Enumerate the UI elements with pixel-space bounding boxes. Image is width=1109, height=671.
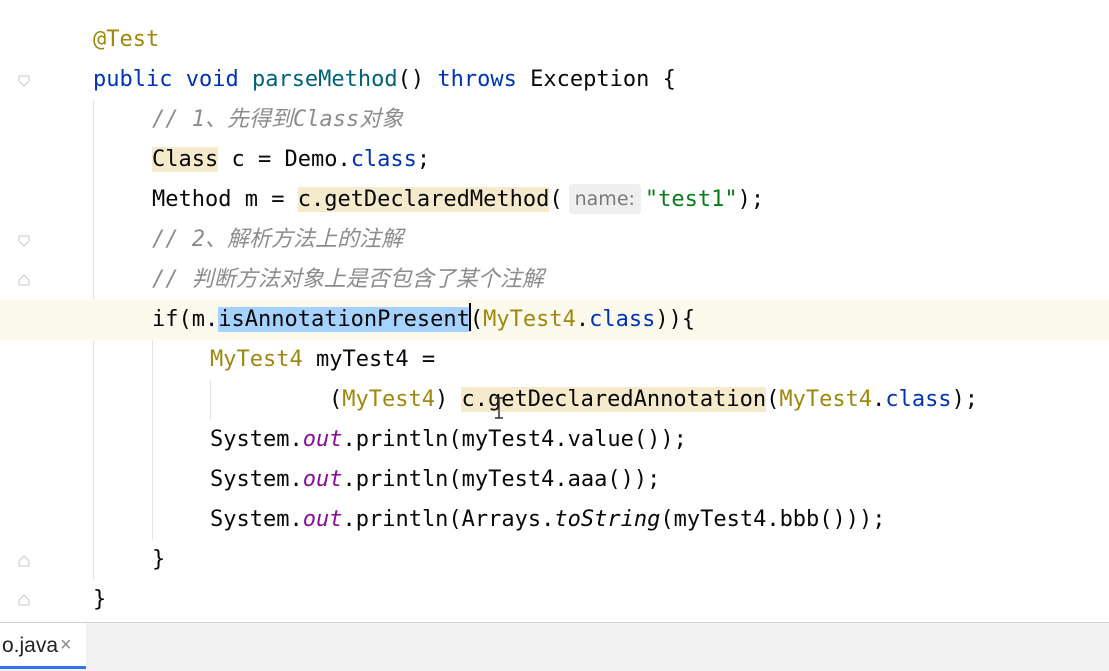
code-token: Method m = [152, 187, 298, 212]
code-token: } [152, 547, 166, 572]
code-line-text: // 1、先得到Class对象 [152, 100, 403, 140]
code-token: MyTest4 [210, 347, 303, 372]
code-token: out [302, 507, 343, 532]
code-line-text: if(m.isAnnotationPresent(MyTest4.class))… [152, 300, 695, 340]
code-token: (myTest4.bbb())); [660, 507, 886, 532]
code-line-text: Class c = Demo.class; [152, 140, 430, 180]
code-token: myTest4 = [302, 347, 436, 372]
code-token: out [302, 467, 343, 492]
code-line[interactable]: System.out.println(Arrays.toString(myTes… [0, 500, 1109, 540]
code-line[interactable]: if(m.isAnnotationPresent(MyTest4.class))… [0, 300, 1109, 340]
code-token: Exception { [530, 67, 676, 92]
code-token: // 2、解析方法上的注解 [152, 227, 403, 252]
code-token: // 判断方法对象上是否包含了某个注解 [152, 267, 544, 292]
code-line[interactable]: // 2、解析方法上的注解 [0, 220, 1109, 260]
code-line[interactable]: // 1、先得到Class对象 [0, 100, 1109, 140]
code-line-text: } [152, 540, 165, 580]
code-line-text: System.out.println(Arrays.toString(myTes… [210, 500, 886, 540]
code-token: .println(myTest4.aaa()); [342, 467, 661, 492]
code-token: c.getDeclaredAnnotation [461, 387, 767, 412]
code-token: class [589, 307, 656, 332]
code-token: .println(myTest4.value()); [342, 427, 687, 452]
code-token: ) [434, 387, 462, 412]
code-token: ; [416, 147, 431, 172]
code-token: ( [766, 387, 780, 412]
code-line[interactable]: } [0, 580, 1109, 620]
code-token: } [93, 587, 107, 612]
code-line-text: public void parseMethod() throws Excepti… [93, 60, 676, 100]
code-token: @Test [93, 27, 160, 52]
code-line[interactable]: } [0, 540, 1109, 580]
code-token: public [93, 67, 186, 92]
code-token: class [350, 147, 417, 172]
code-line[interactable]: (MyTest4) c.getDeclaredAnnotation(MyTest… [0, 380, 1109, 420]
code-token: parseMethod [251, 67, 398, 92]
code-line-text: Method m = c.getDeclaredMethod(name: "tes… [152, 180, 764, 220]
code-line[interactable]: MyTest4 myTest4 = [0, 340, 1109, 380]
code-token: Class [152, 147, 219, 172]
code-token: MyTest4 [779, 387, 873, 412]
tab-label: o.java [2, 634, 59, 657]
code-line-text: // 2、解析方法上的注解 [152, 220, 403, 260]
code-line-text: @Test [93, 20, 159, 60]
code-token: void [185, 67, 252, 92]
code-token: )){ [655, 307, 696, 332]
code-line[interactable]: @Test [0, 20, 1109, 60]
code-token: class [885, 387, 952, 412]
code-token: .println(Arrays. [342, 507, 555, 532]
code-token: ( [469, 307, 484, 332]
code-token: System. [210, 467, 303, 492]
code-token: MyTest4 [483, 307, 576, 332]
code-line-text: } [93, 580, 106, 620]
code-token: // 1、先得到Class对象 [152, 107, 404, 132]
close-icon[interactable]: × [60, 623, 72, 667]
code-token: ( [549, 187, 563, 212]
code-token: toString [554, 507, 661, 532]
code-token: ); [951, 387, 979, 412]
code-token: () [397, 67, 438, 92]
code-line[interactable]: System.out.println(myTest4.aaa()); [0, 460, 1109, 500]
code-token: ); [737, 187, 765, 212]
editor-tab-bar: o.java × [0, 622, 1109, 671]
text-cursor-icon [494, 397, 504, 419]
code-token: . [575, 307, 590, 332]
code-line-text: // 判断方法对象上是否包含了某个注解 [152, 260, 544, 300]
code-line[interactable]: // 判断方法对象上是否包含了某个注解 [0, 260, 1109, 300]
code-token: c = Demo. [218, 147, 351, 172]
code-line-text: (MyTest4) c.getDeclaredAnnotation(MyTest… [329, 380, 978, 420]
parameter-hint: name: [568, 184, 641, 214]
code-token: ( [329, 387, 343, 412]
code-token: isAnnotationPresent [218, 307, 470, 332]
code-token: out [302, 427, 343, 452]
code-token: System. [210, 507, 303, 532]
code-token: "test1" [644, 187, 738, 212]
code-line-text: System.out.println(myTest4.aaa()); [210, 460, 660, 500]
code-token: if(m. [152, 307, 219, 332]
code-line-text: System.out.println(myTest4.value()); [210, 420, 687, 460]
code-line[interactable]: public void parseMethod() throws Excepti… [0, 60, 1109, 100]
code-line-text: MyTest4 myTest4 = [210, 340, 435, 380]
code-token: throws [437, 67, 531, 92]
code-token: System. [210, 427, 303, 452]
code-editor[interactable]: @Test public void parseMethod() throws Ex… [0, 0, 1109, 625]
code-line[interactable]: Method m = c.getDeclaredMethod(name: "tes… [0, 180, 1109, 220]
code-token: MyTest4 [342, 387, 435, 412]
tab-file[interactable]: o.java × [0, 623, 86, 669]
code-line[interactable]: Class c = Demo.class; [0, 140, 1109, 180]
code-token: . [872, 387, 886, 412]
code-token: c.getDeclaredMethod [297, 187, 550, 212]
code-line[interactable]: System.out.println(myTest4.value()); [0, 420, 1109, 460]
